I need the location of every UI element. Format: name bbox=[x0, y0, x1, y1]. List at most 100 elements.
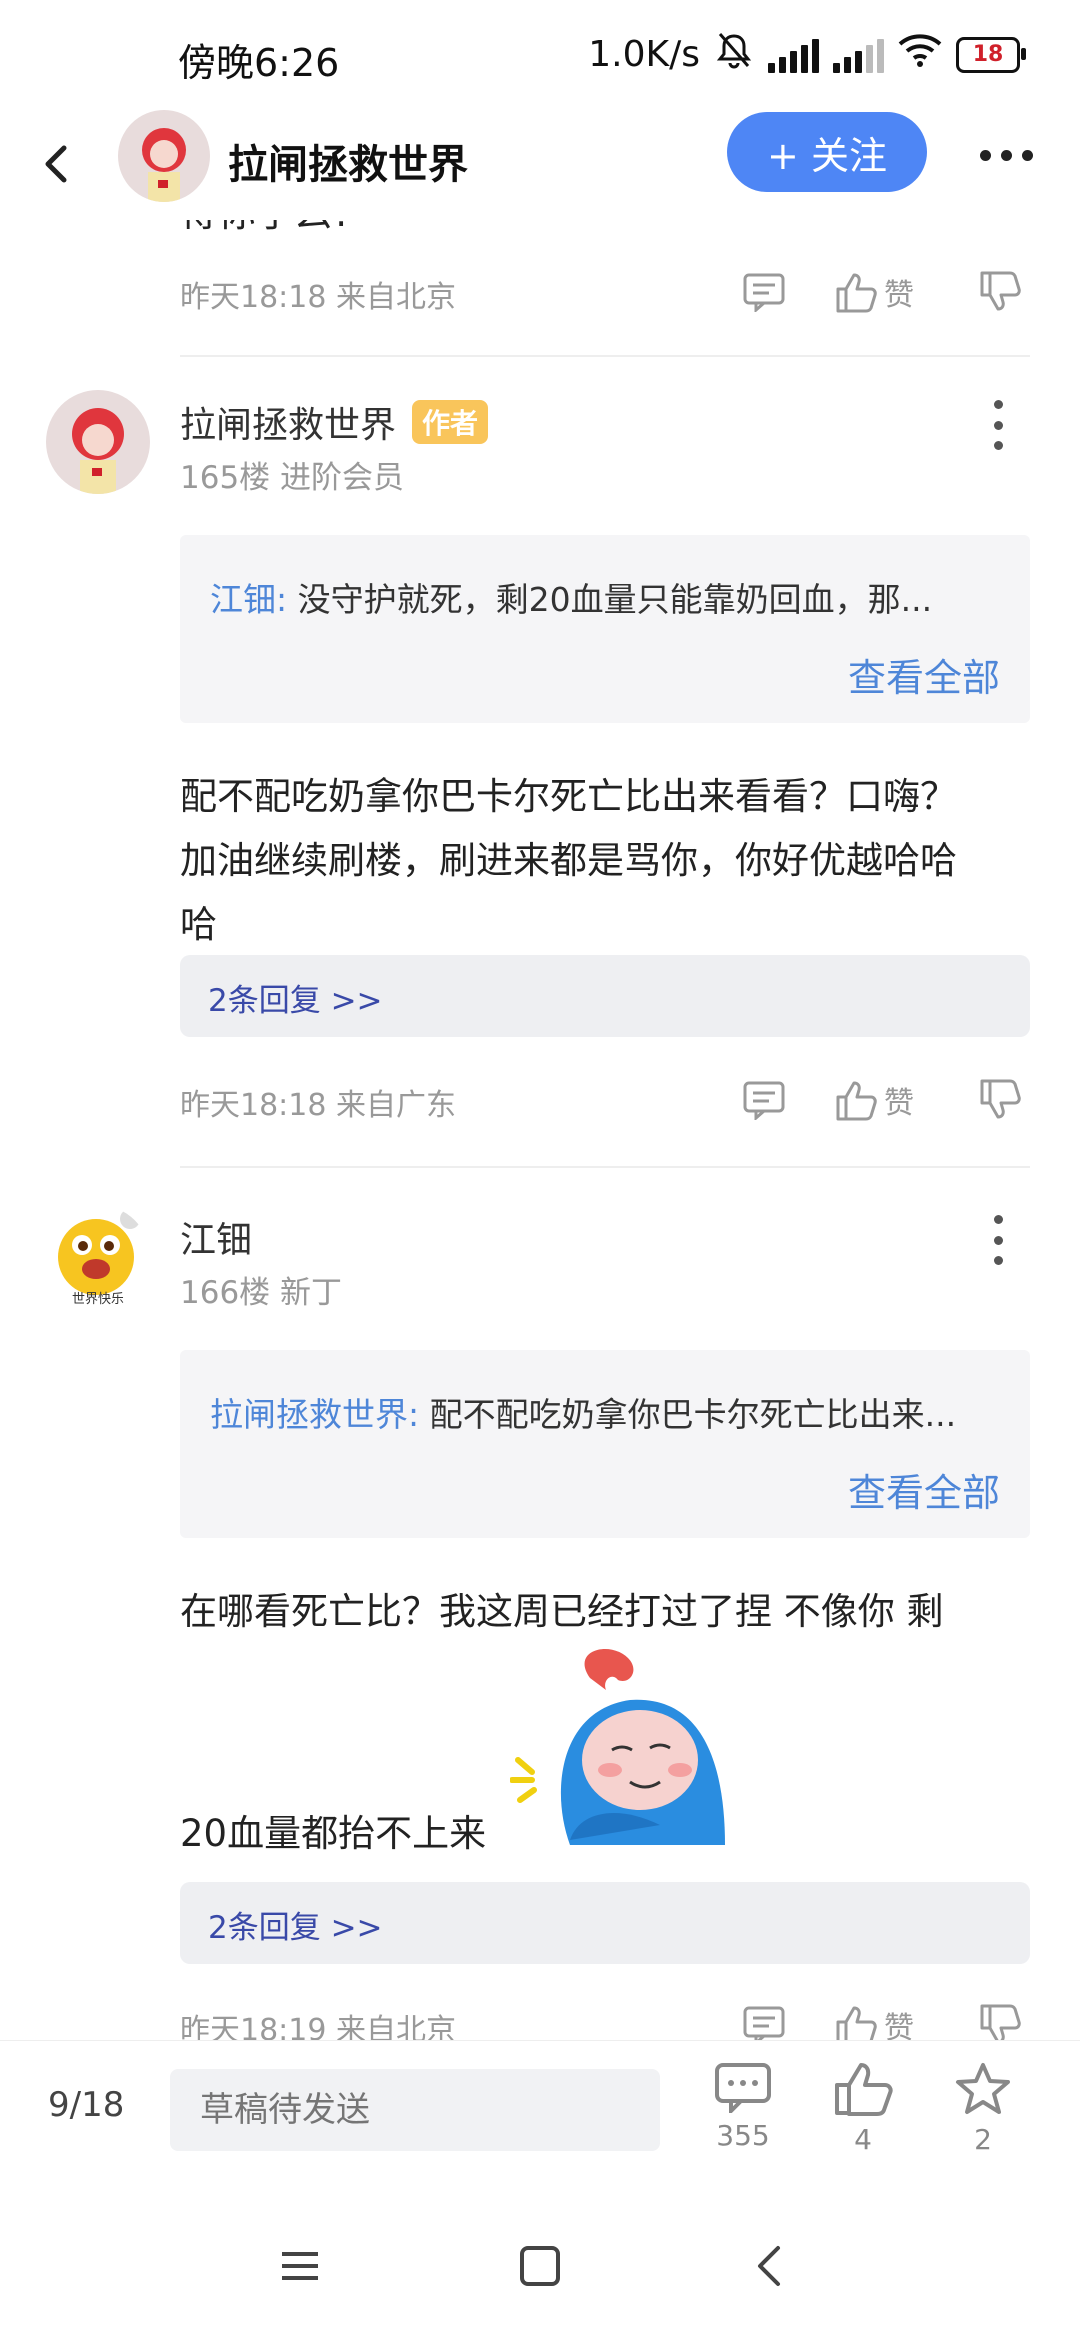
net-speed: 1.0K/s bbox=[588, 34, 700, 75]
star-icon bbox=[956, 2063, 1010, 2114]
comment-body: 配不配吃奶拿你巴卡尔死亡比出来看看？口嗨？ 加油继续刷楼，刷进来都是骂你，你好优… bbox=[180, 765, 1040, 957]
avatar[interactable] bbox=[118, 110, 210, 202]
status-bar: 傍晚6:26 1.0K/s 18 bbox=[0, 0, 1080, 110]
like-button[interactable]: 赞 bbox=[834, 2003, 914, 2040]
like-button[interactable]: 赞 bbox=[834, 270, 914, 314]
thumbs-down-icon[interactable] bbox=[970, 1995, 1030, 2040]
mute-icon bbox=[714, 30, 754, 79]
comment-menu-button[interactable] bbox=[990, 1215, 1006, 1265]
menu-button[interactable] bbox=[270, 2236, 330, 2296]
avatar[interactable]: 世界快乐 bbox=[46, 1205, 150, 1309]
dot bbox=[1022, 149, 1033, 161]
like-label: 赞 bbox=[884, 1086, 914, 1121]
system-nav-bar bbox=[0, 2180, 1080, 2340]
comment-menu-button[interactable] bbox=[990, 400, 1006, 450]
comment-time: 昨天18:18 来自广东 bbox=[180, 1088, 456, 1123]
comment-icon bbox=[715, 2063, 771, 2116]
dot bbox=[993, 441, 1003, 450]
comment-time: 昨天18:19 来自北京 bbox=[180, 2013, 456, 2040]
dot bbox=[993, 420, 1003, 430]
avatar-caption: 世界快乐 bbox=[72, 1292, 124, 1307]
comment-body: 在哪看死亡比？我这周已经打过了捏 不像你 剩 bbox=[180, 1580, 1040, 1644]
status-time: 傍晚6:26 bbox=[178, 41, 340, 85]
thumbs-down-icon[interactable] bbox=[970, 1070, 1030, 1130]
replies-button[interactable]: 2条回复 >> bbox=[180, 1882, 1030, 1964]
comment-meta: 昨天18:18 来自北京 赞 bbox=[180, 262, 1030, 322]
author-name: 拉闸拯救世界 bbox=[180, 405, 397, 446]
comment-body-line: 哈 bbox=[180, 903, 217, 946]
wifi-icon bbox=[898, 32, 942, 77]
page-indicator[interactable]: 9/18 bbox=[48, 2085, 124, 2125]
more-button[interactable] bbox=[980, 140, 1060, 170]
quote-content: 没守护就死，剩20血量只能靠奶回血，那... bbox=[287, 580, 933, 619]
view-all-link[interactable]: 查看全部 bbox=[848, 647, 1000, 702]
reply-input[interactable] bbox=[170, 2069, 660, 2151]
quoted-comment[interactable]: 拉闸拯救世界: 配不配吃奶拿你巴卡尔死亡比出来... 查看全部 bbox=[180, 1350, 1030, 1538]
comment-time: 昨天18:18 来自北京 bbox=[180, 280, 456, 315]
comment-body-line: 加油继续刷楼，刷进来都是骂你，你好优越哈哈 bbox=[180, 839, 957, 882]
bottom-action-bar: 9/18 355 4 2 bbox=[0, 2040, 1080, 2181]
comment-author[interactable]: 拉闸拯救世界 作者 bbox=[180, 396, 489, 448]
like-thread-button[interactable]: 4 bbox=[818, 2061, 908, 2156]
dot bbox=[993, 1256, 1003, 1265]
back-triangle-icon bbox=[758, 2246, 780, 2286]
thread-header: 拉闸拯救世界 + 关注 bbox=[0, 110, 1080, 220]
home-button[interactable] bbox=[510, 2236, 570, 2296]
comment-actions: 赞 bbox=[734, 1995, 1030, 2040]
signal-icon bbox=[768, 37, 819, 73]
battery-icon: 18 bbox=[956, 36, 1026, 73]
system-back-button[interactable] bbox=[740, 2236, 800, 2296]
comment-author[interactable]: 江钿 bbox=[180, 1211, 252, 1263]
follow-button[interactable]: + 关注 bbox=[727, 112, 927, 192]
divider bbox=[180, 355, 1030, 357]
view-all-link[interactable]: 查看全部 bbox=[848, 1462, 1000, 1517]
divider bbox=[180, 1166, 1030, 1168]
like-label: 赞 bbox=[884, 2011, 914, 2040]
dot bbox=[980, 149, 991, 161]
reply-icon[interactable] bbox=[734, 1995, 794, 2040]
comment-count: 355 bbox=[716, 2119, 770, 2152]
favorite-button[interactable]: 2 bbox=[938, 2061, 1028, 2156]
dot bbox=[993, 400, 1003, 409]
avatar[interactable] bbox=[46, 390, 150, 494]
signal-icon-2 bbox=[833, 37, 884, 73]
comment-feed[interactable]: 得你了么? 昨天18:18 来自北京 赞 拉闸拯救世界 作者 165楼 进阶会员… bbox=[0, 220, 1080, 2040]
thumbs-up-icon bbox=[836, 273, 877, 313]
page-title: 拉闸拯救世界 bbox=[228, 142, 468, 188]
comment-actions: 赞 bbox=[734, 262, 1030, 322]
reply-icon[interactable] bbox=[734, 262, 794, 322]
quote-author: 江钿: bbox=[210, 580, 288, 619]
author-name: 江钿 bbox=[180, 1220, 253, 1261]
status-icons: 1.0K/s 18 bbox=[588, 30, 1026, 79]
prev-comment-text: 得你了么? bbox=[180, 220, 352, 237]
author-badge: 作者 bbox=[412, 400, 489, 444]
floor-info: 165楼 进阶会员 bbox=[180, 460, 405, 496]
comment-meta: 昨天18:18 来自广东 赞 bbox=[180, 1070, 1030, 1130]
thumbs-up-icon bbox=[836, 1081, 877, 1121]
quote-content: 配不配吃奶拿你巴卡尔死亡比出来... bbox=[419, 1395, 957, 1434]
favorite-count: 2 bbox=[974, 2123, 992, 2156]
quoted-comment[interactable]: 江钿: 没守护就死，剩20血量只能靠奶回血，那... 查看全部 bbox=[180, 535, 1030, 723]
comment-actions: 赞 bbox=[734, 1070, 1030, 1130]
home-square-icon bbox=[520, 2246, 560, 2286]
thumbs-down-icon[interactable] bbox=[970, 262, 1030, 322]
dot bbox=[993, 1235, 1003, 1245]
replies-button[interactable]: 2条回复 >> bbox=[180, 955, 1030, 1037]
like-button[interactable]: 赞 bbox=[834, 1078, 914, 1122]
chevron-left-icon bbox=[45, 145, 67, 183]
thumbs-up-icon bbox=[836, 2006, 877, 2040]
like-count: 4 bbox=[854, 2123, 872, 2156]
replies-label: 2条回复 >> bbox=[208, 1910, 383, 1946]
quote-text: 江钿: 没守护就死，剩20血量只能靠奶回血，那... bbox=[210, 573, 1010, 621]
reply-icon[interactable] bbox=[734, 1070, 794, 1130]
comment-body-line: 配不配吃奶拿你巴卡尔死亡比出来看看？口嗨？ bbox=[180, 775, 957, 818]
like-label: 赞 bbox=[884, 278, 914, 313]
thumbs-up-icon bbox=[835, 2063, 893, 2116]
dot bbox=[1001, 149, 1012, 161]
back-button[interactable] bbox=[30, 136, 86, 192]
comment-body-line: 在哪看死亡比？我这周已经打过了捏 不像你 剩 bbox=[180, 1590, 944, 1633]
comment-meta: 昨天18:19 来自北京 赞 bbox=[180, 1995, 1030, 2040]
comments-button[interactable]: 355 bbox=[698, 2061, 788, 2152]
quote-author: 拉闸拯救世界: bbox=[210, 1395, 420, 1434]
quote-text: 拉闸拯救世界: 配不配吃奶拿你巴卡尔死亡比出来... bbox=[210, 1388, 1010, 1436]
